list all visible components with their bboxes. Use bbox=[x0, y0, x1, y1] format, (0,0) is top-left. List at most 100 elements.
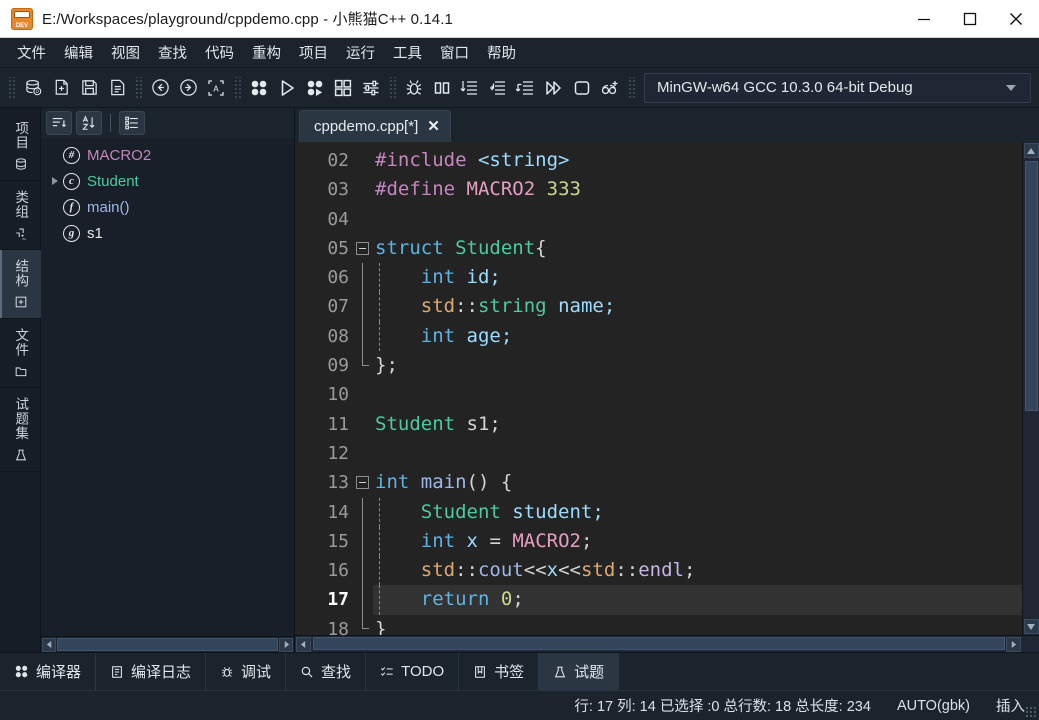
maximize-button[interactable] bbox=[947, 0, 993, 38]
menu-edit[interactable]: 编辑 bbox=[55, 38, 102, 67]
add-watch-icon[interactable] bbox=[596, 73, 624, 103]
menu-project[interactable]: 项目 bbox=[290, 38, 337, 67]
horizontal-scroll-thumb[interactable] bbox=[313, 637, 1005, 650]
debug-icon[interactable] bbox=[400, 73, 428, 103]
menu-view[interactable]: 视图 bbox=[102, 38, 149, 67]
structure-tree[interactable]: #MACRO2cStudentfmain()gs1 bbox=[41, 138, 294, 636]
insert-mode-status[interactable]: 插入 bbox=[996, 695, 1025, 716]
code-line[interactable]: #include <string> bbox=[373, 146, 1022, 175]
step-over-icon[interactable] bbox=[456, 73, 484, 103]
back-icon[interactable] bbox=[146, 73, 174, 103]
forward-icon[interactable] bbox=[174, 73, 202, 103]
code-line[interactable] bbox=[373, 439, 1022, 468]
encoding-status[interactable]: AUTO(gbk) bbox=[897, 698, 970, 714]
code-line[interactable] bbox=[373, 205, 1022, 234]
select-all-icon[interactable]: A bbox=[202, 73, 230, 103]
close-icon[interactable]: ✕ bbox=[427, 119, 440, 134]
new-project-icon[interactable]: D bbox=[19, 73, 47, 103]
code-line[interactable] bbox=[373, 380, 1022, 409]
editor-horizontal-scrollbar[interactable] bbox=[295, 635, 1039, 652]
panel-horizontal-scrollbar[interactable] bbox=[41, 636, 294, 652]
step-out-icon[interactable] bbox=[512, 73, 540, 103]
menu-window[interactable]: 窗口 bbox=[431, 38, 478, 67]
pause-icon[interactable] bbox=[428, 73, 456, 103]
stop-icon[interactable] bbox=[568, 73, 596, 103]
side-tab-project[interactable]: 项目 bbox=[0, 112, 41, 181]
panel-scroll-thumb[interactable] bbox=[57, 638, 278, 651]
run-icon[interactable] bbox=[273, 73, 301, 103]
tree-item-s1[interactable]: gs1 bbox=[41, 220, 294, 246]
menu-tools[interactable]: 工具 bbox=[384, 38, 431, 67]
menu-run[interactable]: 运行 bbox=[337, 38, 384, 67]
code-line[interactable]: #define MACRO2 333 bbox=[373, 175, 1022, 204]
bottom-tab-todo[interactable]: TODO bbox=[366, 653, 459, 690]
code-line[interactable]: int x = MACRO2; bbox=[373, 527, 1022, 556]
code-line[interactable]: std::string name; bbox=[373, 292, 1022, 321]
sort-alphabetically-button[interactable] bbox=[76, 111, 102, 135]
code-line[interactable]: int main() { bbox=[373, 468, 1022, 497]
code-line[interactable]: int age; bbox=[373, 322, 1022, 351]
minimize-button[interactable] bbox=[901, 0, 947, 38]
code-lines[interactable]: #include <string>#define MACRO2 333 stru… bbox=[373, 142, 1022, 635]
code-line[interactable]: std::cout<<x<<std::endl; bbox=[373, 556, 1022, 585]
save-icon[interactable] bbox=[75, 73, 103, 103]
code-line[interactable]: Student s1; bbox=[373, 410, 1022, 439]
bottom-tab-compiler[interactable]: 编译器 bbox=[0, 653, 96, 690]
code-line[interactable]: Student student; bbox=[373, 498, 1022, 527]
code-line[interactable]: }; bbox=[373, 351, 1022, 380]
sort-by-position-button[interactable] bbox=[46, 111, 72, 135]
menu-search[interactable]: 查找 bbox=[149, 38, 196, 67]
side-tab-classes[interactable]: 类组B bbox=[0, 181, 41, 250]
tree-item-macro2[interactable]: #MACRO2 bbox=[41, 142, 294, 168]
tree-item-student[interactable]: cStudent bbox=[41, 168, 294, 194]
toolbar-grip-4[interactable] bbox=[388, 77, 397, 99]
run-to-cursor-icon[interactable] bbox=[540, 73, 568, 103]
vertical-scroll-thumb[interactable] bbox=[1025, 161, 1038, 411]
options-icon[interactable] bbox=[357, 73, 385, 103]
panel-scroll-right-arrow[interactable] bbox=[279, 638, 293, 652]
code-editor[interactable]: 0203040506070809101112131415161718 #incl… bbox=[295, 142, 1039, 635]
fold-collapse-icon[interactable] bbox=[356, 242, 369, 255]
menu-code[interactable]: 代码 bbox=[196, 38, 243, 67]
toolbar-grip-5[interactable] bbox=[627, 77, 636, 99]
bottom-tab-debug[interactable]: 调试 bbox=[206, 653, 286, 690]
rebuild-icon[interactable] bbox=[329, 73, 357, 103]
editor-vertical-scrollbar[interactable] bbox=[1022, 142, 1039, 635]
compile-icon[interactable] bbox=[245, 73, 273, 103]
bottom-tab-problem[interactable]: 试题 bbox=[539, 653, 619, 690]
step-into-icon[interactable] bbox=[484, 73, 512, 103]
fold-margin[interactable] bbox=[355, 142, 373, 635]
side-tab-problem-set[interactable]: 试题集 bbox=[0, 388, 41, 472]
tree-item-main[interactable]: fmain() bbox=[41, 194, 294, 220]
toolbar-grip-3[interactable] bbox=[233, 77, 242, 99]
panel-scroll-left-arrow[interactable] bbox=[42, 638, 56, 652]
toolbar-grip-2[interactable] bbox=[134, 77, 143, 99]
compile-run-icon[interactable] bbox=[301, 73, 329, 103]
side-tab-structure[interactable]: 结构 bbox=[0, 250, 41, 319]
menu-refactor[interactable]: 重构 bbox=[243, 38, 290, 67]
menu-help[interactable]: 帮助 bbox=[478, 38, 525, 67]
scroll-up-arrow[interactable] bbox=[1024, 143, 1039, 158]
code-line[interactable]: int id; bbox=[373, 263, 1022, 292]
scroll-down-arrow[interactable] bbox=[1024, 619, 1039, 634]
bottom-tab-bookmark[interactable]: 书签 bbox=[459, 653, 539, 690]
new-file-icon[interactable] bbox=[47, 73, 75, 103]
fold-marker[interactable] bbox=[355, 234, 373, 263]
bottom-tab-compile-log[interactable]: 编译日志 bbox=[96, 653, 206, 690]
show-inherited-button[interactable] bbox=[119, 111, 145, 135]
h-scroll-right-arrow[interactable] bbox=[1006, 637, 1021, 652]
side-tab-files[interactable]: 文件 bbox=[0, 319, 41, 388]
bottom-tab-search[interactable]: 查找 bbox=[286, 653, 366, 690]
menu-file[interactable]: 文件 bbox=[8, 38, 55, 67]
expand-arrow-icon[interactable] bbox=[47, 177, 63, 185]
code-line[interactable]: } bbox=[373, 615, 1022, 635]
code-line[interactable]: struct Student{ bbox=[373, 234, 1022, 263]
close-button[interactable] bbox=[993, 0, 1039, 38]
code-line[interactable]: return 0; bbox=[373, 585, 1022, 614]
fold-collapse-icon[interactable] bbox=[356, 476, 369, 489]
fold-marker[interactable] bbox=[355, 468, 373, 497]
save-all-icon[interactable] bbox=[103, 73, 131, 103]
toolbar-grip-1[interactable] bbox=[7, 77, 16, 99]
editor-tab-cppdemo[interactable]: cppdemo.cpp[*] ✕ bbox=[299, 110, 451, 142]
compiler-set-combo[interactable]: MinGW-w64 GCC 10.3.0 64-bit Debug bbox=[644, 73, 1031, 103]
